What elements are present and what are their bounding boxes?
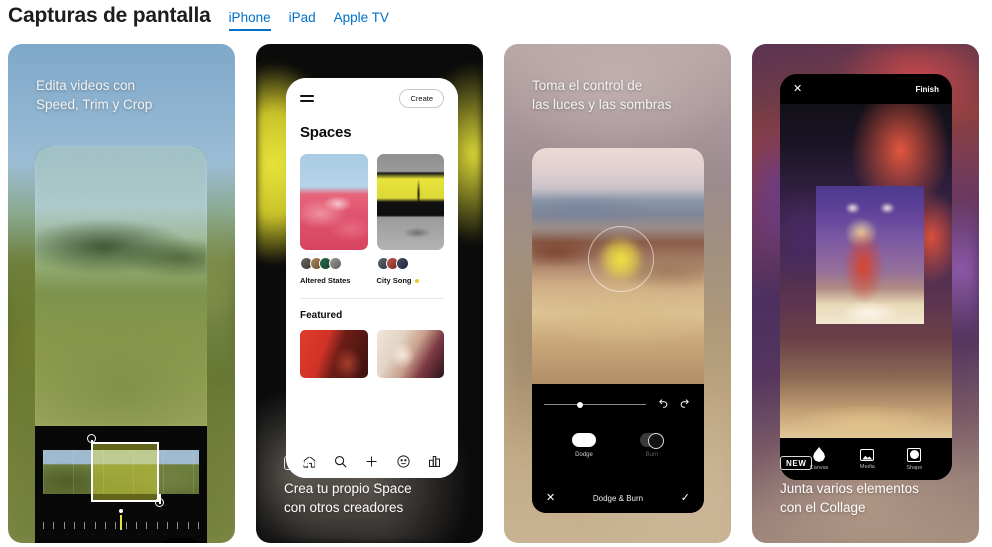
burn-toggle[interactable]: Burn <box>640 433 664 458</box>
new-badge: NEW <box>284 456 317 470</box>
caption-text: Junta varios elementos con el Collage <box>780 481 919 515</box>
toggle-switch-dodge[interactable] <box>572 433 596 447</box>
hamburger-icon[interactable] <box>300 95 314 102</box>
dodge-label: Dodge <box>575 452 593 458</box>
page-title: Capturas de pantalla <box>8 4 211 27</box>
space-thumbnail <box>376 154 444 250</box>
tool-title: Dodge & Burn <box>592 493 644 503</box>
slider-knob[interactable] <box>576 401 583 408</box>
close-icon[interactable]: ✕ <box>793 83 802 95</box>
tab-iphone[interactable]: iPhone <box>228 10 271 31</box>
avatar <box>395 257 409 270</box>
redo-icon[interactable] <box>679 398 692 411</box>
collage-inner-layer[interactable] <box>816 186 924 324</box>
speed-cursor[interactable] <box>120 515 122 530</box>
space-name: City Song <box>377 270 445 285</box>
screenshot-card-2[interactable]: Create Spaces Altered States City Song F… <box>256 44 483 543</box>
card-3-headline: Toma el control de las luces y las sombr… <box>532 78 672 112</box>
new-badge: NEW <box>780 456 813 470</box>
crop-selection-box[interactable] <box>91 442 159 502</box>
space-status-dot-icon <box>414 278 419 283</box>
screenshot-card-1[interactable]: Edita videos con Speed, Trim y Crop 00:2… <box>8 44 235 543</box>
collage-icon[interactable] <box>427 454 442 469</box>
collage-topbar: ✕ Finish <box>780 74 952 104</box>
check-icon[interactable]: ✓ <box>681 492 690 504</box>
tab-ipad[interactable]: iPad <box>289 10 316 29</box>
caption-text: Crea tu propio Space con otros creadores <box>284 481 412 515</box>
speed-cursor-dot <box>119 509 123 513</box>
screenshot-gallery: Edita videos con Speed, Trim y Crop 00:2… <box>0 44 992 544</box>
intensity-slider[interactable] <box>544 401 646 408</box>
burn-label: Burn <box>645 452 659 458</box>
space-thumbnail <box>300 154 368 250</box>
dodge-burn-action-bar: ✕ Dodge & Burn ✓ <box>532 483 704 513</box>
card-1-headline: Edita videos con Speed, Trim y Crop <box>36 78 153 112</box>
spaces-grid: Altered States City Song <box>286 141 458 285</box>
space-name-text: City Song <box>376 276 412 285</box>
phone-mockup-1: 00:25 ✕ Speed ✓ <box>35 146 207 543</box>
intensity-slider-row <box>532 384 704 411</box>
featured-section-title: Featured <box>300 310 343 321</box>
spaces-section-title: Spaces <box>300 124 352 141</box>
crop-handle-bottom[interactable] <box>155 498 164 507</box>
spaces-app-screen: Create Spaces Altered States City Song F… <box>286 78 458 478</box>
toggle-switch-burn[interactable] <box>640 433 664 449</box>
dodge-highlight-spot <box>598 236 644 282</box>
collage-canvas[interactable] <box>780 104 952 438</box>
card-4-caption: NEW Junta varios elementos con el Collag… <box>780 453 919 517</box>
video-editor-panel: ✕ Speed ✓ <box>35 426 207 543</box>
featured-item[interactable] <box>376 330 444 378</box>
close-icon[interactable]: ✕ <box>546 492 555 504</box>
space-name-text: Altered States <box>300 276 351 285</box>
space-name: Altered States <box>300 270 368 285</box>
tab-apple-tv[interactable]: Apple TV <box>334 10 389 29</box>
finish-button[interactable]: Finish <box>915 85 939 94</box>
phone-mockup-4: ✕ Finish Canvas Media Shape <box>780 74 952 480</box>
space-item-city-song[interactable]: City Song <box>376 154 445 285</box>
screenshot-card-3[interactable]: Toma el control de las luces y las sombr… <box>504 44 731 543</box>
space-item-altered-states[interactable]: Altered States <box>300 154 368 285</box>
screenshot-card-4[interactable]: ✕ Finish Canvas Media Shape NEW Junta va… <box>752 44 979 543</box>
featured-item[interactable] <box>300 330 368 378</box>
dodge-burn-toggles: Dodge Burn <box>532 411 704 458</box>
dodge-toggle[interactable]: Dodge <box>572 433 596 458</box>
phone-mockup-3: Dodge Burn ✕ Dodge & Burn ✓ <box>532 148 704 513</box>
space-avatar-row <box>300 250 368 270</box>
featured-grid <box>286 321 458 378</box>
crop-handle-top[interactable] <box>87 434 96 443</box>
spaces-app-topbar: Create <box>286 78 458 108</box>
video-preview <box>35 146 207 426</box>
create-button[interactable]: Create <box>399 89 444 108</box>
photo-preview <box>532 148 704 384</box>
space-avatar-row <box>376 250 445 270</box>
device-tab-list: iPhone iPad Apple TV <box>228 10 389 31</box>
phone-mockup-2: Create Spaces Altered States City Song F… <box>286 78 458 478</box>
undo-icon[interactable] <box>656 398 669 411</box>
dodge-burn-panel: Dodge Burn ✕ Dodge & Burn ✓ <box>532 384 704 513</box>
screenshots-header: Capturas de pantalla iPhone iPad Apple T… <box>0 0 992 44</box>
video-duration-badge: 00:25 <box>163 538 197 543</box>
avatar <box>328 257 342 270</box>
card-2-caption: NEW Crea tu propio Space con otros cread… <box>284 453 412 517</box>
